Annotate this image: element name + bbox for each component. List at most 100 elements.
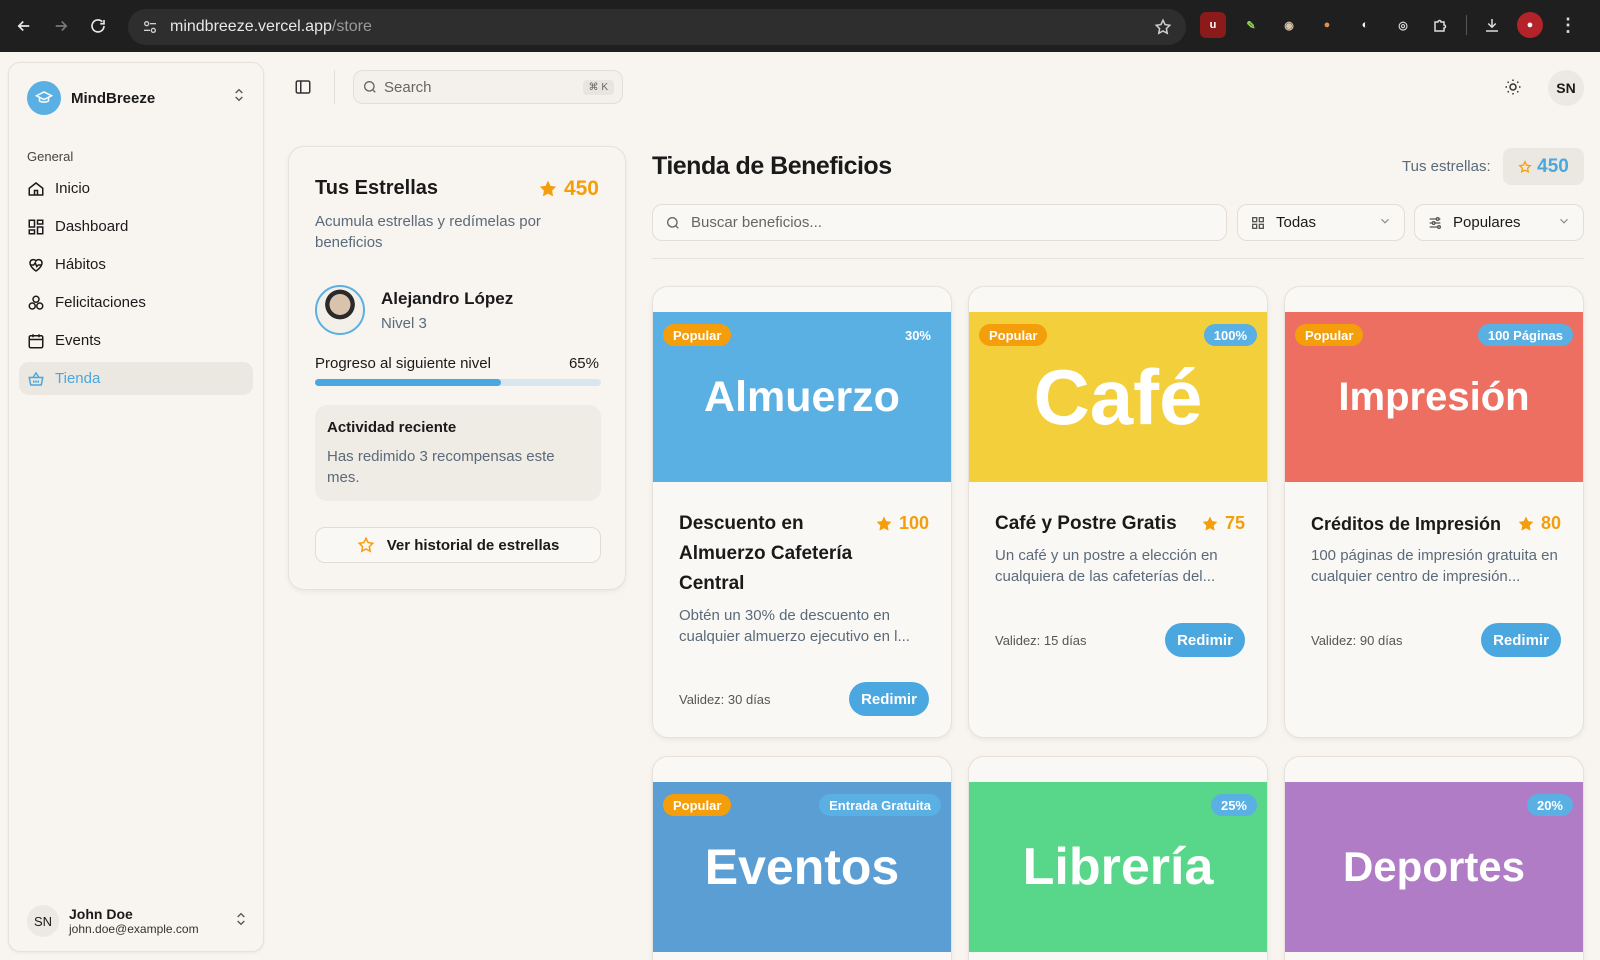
popular-badge: Popular (979, 324, 1048, 346)
url-text: mindbreeze.vercel.app/store (170, 18, 372, 36)
brand-name: MindBreeze (71, 89, 156, 107)
dashboard-icon (28, 219, 44, 234)
popular-badge: Popular (1295, 324, 1364, 346)
target-extension-icon[interactable]: ◎ (1390, 12, 1416, 38)
card-image: Café Popular 100% (969, 312, 1267, 482)
chevrons-up-down-icon (233, 911, 249, 932)
kebab-menu-icon[interactable]: ⋮ (1555, 12, 1581, 38)
chevron-down-icon (1557, 214, 1571, 232)
star-icon (876, 516, 892, 531)
card-image: Almuerzo Popular 30% (653, 312, 951, 482)
discount-badge: 100 Páginas (1477, 324, 1573, 346)
profile-name: Alejandro López (381, 288, 514, 308)
card-image-text: Eventos (704, 839, 900, 895)
sun-icon[interactable] (1500, 74, 1526, 100)
search-placeholder: Search (384, 78, 432, 96)
sidebar-item-events[interactable]: Events (19, 324, 253, 357)
category-select[interactable]: Todas (1237, 204, 1405, 241)
card-image-text: Impresión (1338, 374, 1530, 419)
sidebar-item-habitos[interactable]: Hábitos (19, 248, 253, 281)
activity-text: Has redimido 3 recompensas este mes. (327, 448, 555, 486)
star-history-label: Ver historial de estrellas (386, 536, 560, 554)
sidebar-item-label: Dashboard (55, 218, 129, 235)
avatar (315, 285, 365, 335)
card-description: Obtén un 30% de descuento en cualquier a… (679, 607, 910, 645)
discount-badge: 25% (1210, 794, 1257, 816)
sidebar-item-label: Events (55, 332, 101, 349)
page-title: Tienda de Beneficios (652, 152, 892, 180)
face-extension-icon[interactable]: ◉ (1276, 12, 1302, 38)
benefits-search-input[interactable]: Buscar beneficios... (652, 204, 1227, 241)
card-image-text: Deportes (1342, 843, 1526, 890)
redeem-button[interactable]: Redimir (1481, 623, 1561, 657)
sidebar-item-label: Felicitaciones (55, 294, 146, 311)
stars-total-value: 450 (563, 177, 599, 200)
card-description: Un café y un postre a elección en cualqu… (995, 547, 1218, 585)
my-stars-value: 450 (1537, 155, 1569, 177)
sidebar-item-tienda[interactable]: Tienda (19, 362, 253, 395)
card-validity: Validez: 90 días (1311, 632, 1403, 648)
progress-percent: 65% (568, 355, 599, 372)
card-image: Eventos Popular Entrada Gratuita (653, 782, 951, 952)
chevrons-up-down-icon[interactable] (231, 87, 247, 108)
sidebar-toggle-icon[interactable] (290, 74, 316, 100)
cookie-extension-icon[interactable]: ● (1314, 12, 1340, 38)
bookmark-star-icon[interactable] (1154, 18, 1172, 36)
card-image-text: Almuerzo (704, 372, 900, 421)
card-title: Créditos de Impresión (1311, 514, 1502, 534)
site-settings-icon[interactable] (142, 19, 158, 35)
star-outline-icon (1518, 159, 1532, 173)
my-stars-label: Tus estrellas: (1402, 158, 1491, 175)
discount-badge: 100% (1203, 324, 1257, 346)
brand-switcher[interactable]: MindBreeze (27, 81, 155, 115)
card-body: Descuento en Almuerzo Cafetería Central … (679, 509, 929, 647)
address-bar[interactable]: mindbreeze.vercel.app/store (128, 9, 1186, 45)
extensions-row: u ✎ ◉ ● ◐ ◎ ● ⋮ (1200, 12, 1581, 38)
profile-extension-icon[interactable]: ● (1517, 12, 1543, 38)
discount-badge: 20% (1526, 794, 1573, 816)
category-select-value: Todas (1276, 214, 1317, 231)
download-icon[interactable] (1479, 12, 1505, 38)
sidebar-item-dashboard[interactable]: Dashboard (19, 210, 253, 243)
graduation-cap-icon (27, 81, 61, 115)
chevron-down-icon (1378, 214, 1392, 232)
ublock-extension-icon[interactable]: u (1200, 12, 1226, 38)
sort-select[interactable]: Populares (1414, 204, 1584, 241)
back-icon[interactable] (6, 8, 42, 44)
divider (652, 258, 1584, 259)
reward-card: Café Popular 100% Café y Postre Gratis 7… (968, 286, 1268, 738)
redeem-button[interactable]: Redimir (1165, 623, 1245, 657)
redeem-button[interactable]: Redimir (849, 682, 929, 716)
sidebar-item-felicitaciones[interactable]: Felicitaciones (19, 286, 253, 319)
star-history-button[interactable]: Ver historial de estrellas (315, 527, 601, 563)
card-title: Café y Postre Gratis (995, 513, 1177, 534)
pencil-extension-icon[interactable]: ✎ (1238, 12, 1264, 38)
search-input[interactable]: Search ⌘ K (353, 70, 623, 104)
sidebar-item-label: Inicio (55, 180, 91, 197)
reward-card: Deportes 20% (1284, 756, 1584, 960)
forward-icon[interactable] (43, 8, 79, 44)
sidebar-item-inicio[interactable]: Inicio (19, 172, 253, 205)
sidebar: MindBreeze General Inicio Dashboard Hábi… (8, 62, 264, 952)
progress-fill (315, 379, 501, 386)
card-body: Créditos de Impresión 80 100 páginas de … (1311, 509, 1561, 587)
stars-card: Tus Estrellas 450 Acumula estrellas y re… (288, 146, 626, 590)
sidebar-nav: Inicio Dashboard Hábitos Felicitaciones … (19, 172, 253, 400)
card-title: Descuento en Almuerzo Cafetería Central (679, 513, 853, 594)
basket-icon (28, 371, 44, 386)
puzzle-extension-icon[interactable] (1428, 12, 1454, 38)
url-host: mindbreeze.vercel.app (170, 18, 332, 35)
circle-extension-icon[interactable]: ◐ (1352, 12, 1378, 38)
star-outline-icon (357, 536, 375, 553)
user-menu[interactable]: SN John Doe john.doe@example.com (27, 905, 249, 937)
profile-info: Alejandro López Nivel 3 (381, 289, 513, 332)
card-validity: Validez: 15 días (995, 632, 1087, 648)
card-body: Café y Postre Gratis 75 Un café y un pos… (995, 509, 1245, 587)
discount-badge: 30% (894, 324, 941, 346)
reload-icon[interactable] (80, 8, 116, 44)
avatar[interactable]: SN (1548, 70, 1584, 106)
card-image-text: Café (1033, 352, 1203, 441)
toolbar-divider (1466, 15, 1467, 35)
card-footer: Validez: 30 días Redimir (679, 682, 929, 716)
card-cost-value: 80 (1540, 513, 1561, 533)
